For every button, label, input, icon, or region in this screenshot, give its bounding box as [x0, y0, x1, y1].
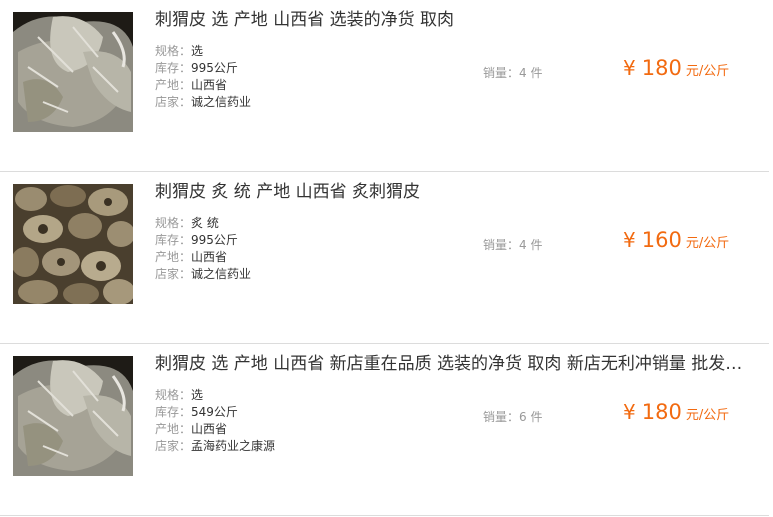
sales-number: 6 — [519, 410, 527, 424]
product-list: 刺猬皮 选 产地 山西省 选装的净货 取肉 规格：选 库存：995公斤 产地：山… — [0, 0, 773, 517]
price-unit: 元/公斤 — [685, 64, 730, 79]
spec-shop: 店家：诚之信药业 — [155, 94, 251, 111]
spec-value: 549公斤 — [191, 405, 238, 419]
sales-label: 销量： — [483, 66, 520, 80]
spec-stock: 库存：995公斤 — [155, 232, 251, 249]
product-image[interactable] — [13, 184, 133, 304]
hedgehog-skin-whole-photo-icon — [13, 356, 133, 476]
spec-value: 山西省 — [191, 250, 228, 264]
spec-grade: 规格：炙 统 — [155, 215, 251, 232]
product-title[interactable]: 刺猬皮 选 产地 山西省 新店重在品质 选装的净货 取肉 新店无利冲销量 批发… — [155, 352, 767, 376]
currency-symbol: ¥ — [623, 400, 636, 424]
sales-count: 销量：6 件 — [483, 408, 543, 425]
sales-unit: 件 — [530, 410, 543, 424]
spec-key: 店家： — [155, 95, 192, 109]
sales-number: 4 — [519, 66, 527, 80]
spec-value: 山西省 — [191, 422, 228, 436]
spec-value[interactable]: 诚之信药业 — [191, 95, 251, 109]
spec-key: 库存： — [155, 405, 192, 419]
spec-value: 选 — [191, 44, 204, 58]
spec-origin: 产地：山西省 — [155, 421, 275, 438]
sales-label: 销量： — [483, 238, 520, 252]
currency-symbol: ¥ — [623, 56, 636, 80]
spec-key: 规格： — [155, 216, 192, 230]
spec-origin: 产地：山西省 — [155, 77, 251, 94]
product-specs: 规格：炙 统 库存：995公斤 产地：山西省 店家：诚之信药业 — [155, 215, 251, 283]
spec-key: 店家： — [155, 439, 192, 453]
currency-symbol: ¥ — [623, 228, 636, 252]
sales-count: 销量：4 件 — [483, 64, 543, 81]
price-value: 180 — [641, 400, 682, 424]
price: ¥180 元/公斤 — [623, 400, 729, 424]
sales-label: 销量： — [483, 410, 520, 424]
spec-key: 库存： — [155, 233, 192, 247]
price: ¥160 元/公斤 — [623, 228, 729, 252]
row-divider — [0, 515, 769, 516]
spec-key: 规格： — [155, 388, 192, 402]
spec-origin: 产地：山西省 — [155, 249, 251, 266]
hedgehog-skin-whole-photo-icon — [13, 12, 133, 132]
sales-unit: 件 — [530, 238, 543, 252]
spec-stock: 库存：549公斤 — [155, 404, 275, 421]
spec-value: 山西省 — [191, 78, 228, 92]
spec-key: 产地： — [155, 78, 192, 92]
spec-value[interactable]: 孟海药业之康源 — [191, 439, 275, 453]
price-value: 160 — [641, 228, 682, 252]
product-image[interactable] — [13, 356, 133, 476]
spec-grade: 规格：选 — [155, 43, 251, 60]
spec-key: 产地： — [155, 250, 192, 264]
spec-value[interactable]: 诚之信药业 — [191, 267, 251, 281]
price: ¥180 元/公斤 — [623, 56, 729, 80]
product-listing[interactable]: 刺猬皮 选 产地 山西省 新店重在品质 选装的净货 取肉 新店无利冲销量 批发…… — [0, 344, 773, 516]
product-listing[interactable]: 刺猬皮 炙 统 产地 山西省 炙刺猬皮 规格：炙 统 库存：995公斤 产地：山… — [0, 172, 773, 344]
roasted-hedgehog-skin-pieces-photo-icon — [13, 184, 133, 304]
price-unit: 元/公斤 — [685, 408, 730, 423]
product-specs: 规格：选 库存：549公斤 产地：山西省 店家：孟海药业之康源 — [155, 387, 275, 455]
spec-stock: 库存：995公斤 — [155, 60, 251, 77]
spec-value: 995公斤 — [191, 61, 238, 75]
spec-key: 库存： — [155, 61, 192, 75]
spec-key: 店家： — [155, 267, 192, 281]
price-unit: 元/公斤 — [685, 236, 730, 251]
product-specs: 规格：选 库存：995公斤 产地：山西省 店家：诚之信药业 — [155, 43, 251, 111]
product-image[interactable] — [13, 12, 133, 132]
spec-key: 规格： — [155, 44, 192, 58]
spec-shop: 店家：孟海药业之康源 — [155, 438, 275, 455]
spec-shop: 店家：诚之信药业 — [155, 266, 251, 283]
sales-count: 销量：4 件 — [483, 236, 543, 253]
spec-value: 选 — [191, 388, 204, 402]
sales-number: 4 — [519, 238, 527, 252]
product-title[interactable]: 刺猬皮 选 产地 山西省 选装的净货 取肉 — [155, 8, 767, 32]
spec-grade: 规格：选 — [155, 387, 275, 404]
product-title[interactable]: 刺猬皮 炙 统 产地 山西省 炙刺猬皮 — [155, 180, 767, 204]
spec-value: 炙 统 — [191, 216, 219, 230]
spec-value: 995公斤 — [191, 233, 238, 247]
product-listing[interactable]: 刺猬皮 选 产地 山西省 选装的净货 取肉 规格：选 库存：995公斤 产地：山… — [0, 0, 773, 172]
sales-unit: 件 — [530, 66, 543, 80]
price-value: 180 — [641, 56, 682, 80]
spec-key: 产地： — [155, 422, 192, 436]
